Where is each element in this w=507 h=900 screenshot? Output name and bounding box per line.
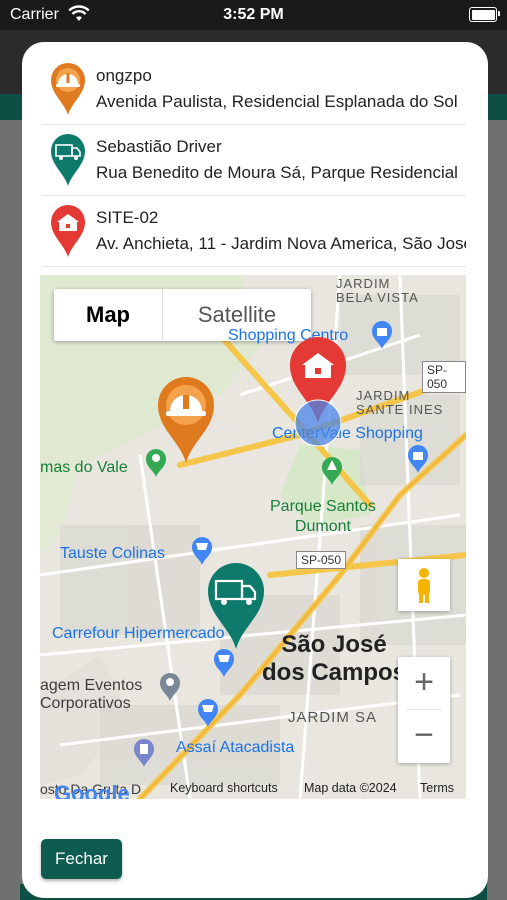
map-label: Assaí Atacadista bbox=[176, 739, 295, 756]
map-label: Tauste Colinas bbox=[60, 545, 165, 562]
construction-helmet-icon bbox=[51, 63, 85, 115]
construction-helmet-icon[interactable] bbox=[156, 375, 216, 465]
location-address: Avenida Paulista, Residencial Esplanada … bbox=[96, 92, 458, 111]
location-address: Rua Benedito de Moura Sá, Parque Residen… bbox=[96, 163, 458, 182]
map-label: agem Eventos Corporativos bbox=[40, 677, 143, 712]
location-name: SITE-02 bbox=[96, 208, 159, 227]
highway-shield: SP-050 bbox=[296, 551, 347, 569]
clock: 3:52 PM bbox=[223, 6, 284, 23]
location-address: Av. Anchieta, 11 - Jardim Nova America, … bbox=[96, 234, 466, 253]
zoom-control: + − bbox=[398, 657, 450, 763]
map-label: Carrefour Hipermercado bbox=[52, 625, 225, 642]
location-list: ongzpo Avenida Paulista, Residencial Esp… bbox=[42, 54, 466, 267]
current-location-icon bbox=[294, 399, 342, 447]
map-type-map-button[interactable]: Map bbox=[54, 289, 162, 341]
highway-shield: SP-050 bbox=[422, 361, 466, 393]
map-label: JARDIM BELA VISTA bbox=[336, 276, 419, 305]
map-label: Parque Santos Dumont bbox=[270, 498, 376, 535]
map-label: São José dos Campos bbox=[262, 631, 407, 686]
location-name: ongzpo bbox=[96, 66, 152, 85]
map-label: JARDIM SA bbox=[288, 709, 378, 726]
locations-modal: ongzpo Avenida Paulista, Residencial Esp… bbox=[22, 42, 488, 898]
terms-link[interactable]: Terms bbox=[420, 781, 454, 795]
keyboard-shortcuts-link[interactable]: Keyboard shortcuts bbox=[170, 781, 278, 795]
fuel-icon bbox=[134, 739, 154, 767]
map-label: mas do Vale bbox=[40, 459, 128, 476]
park-icon bbox=[322, 457, 342, 485]
shopping-bag-icon bbox=[372, 321, 392, 349]
truck-icon[interactable] bbox=[206, 561, 266, 651]
map-attribution: Google Keyboard shortcuts Map data ©2024… bbox=[40, 777, 466, 799]
shopping-bag-icon bbox=[408, 445, 428, 473]
location-item-ongzpo[interactable]: ongzpo Avenida Paulista, Residencial Esp… bbox=[42, 54, 466, 125]
map-data-label: Map data ©2024 bbox=[304, 781, 397, 795]
location-name: Sebastião Driver bbox=[96, 137, 222, 156]
cart-icon bbox=[214, 649, 234, 677]
zoom-in-button[interactable]: + bbox=[398, 657, 450, 709]
cart-icon bbox=[198, 699, 218, 727]
map-view[interactable]: Map Satellite JARDIM BELA VISTA Shopping… bbox=[40, 275, 466, 799]
street-view-pegman-button[interactable] bbox=[398, 559, 450, 611]
location-item-site-02[interactable]: SITE-02 Av. Anchieta, 11 - Jardim Nova A… bbox=[42, 196, 466, 267]
location-item-sebastiao-driver[interactable]: Sebastião Driver Rua Benedito de Moura S… bbox=[42, 125, 466, 196]
google-logo: Google bbox=[54, 781, 130, 799]
status-bar: Carrier 3:52 PM bbox=[0, 0, 507, 30]
map-label: JARDIM SANTE INES bbox=[356, 388, 444, 417]
pegman-icon bbox=[418, 568, 430, 603]
close-button[interactable]: Fechar bbox=[41, 839, 122, 879]
place-icon bbox=[160, 673, 180, 701]
site-icon bbox=[51, 205, 85, 257]
truck-icon bbox=[51, 134, 85, 186]
battery-icon bbox=[469, 7, 500, 22]
zoom-out-button[interactable]: − bbox=[398, 710, 450, 762]
